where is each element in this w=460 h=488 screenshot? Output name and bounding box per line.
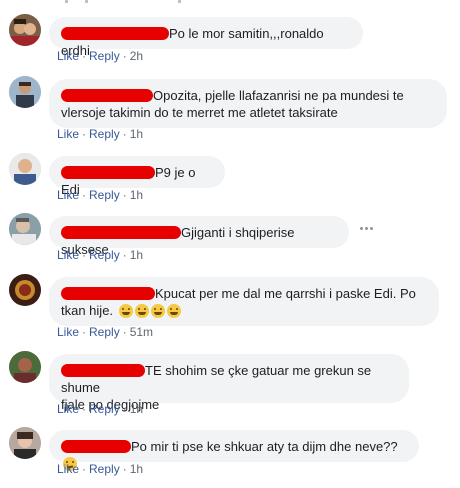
like-link[interactable]: Like	[57, 127, 79, 141]
like-link[interactable]: Like	[57, 462, 79, 476]
comment-timestamp[interactable]: 2h	[130, 49, 143, 63]
comment-text-line-1: Opozita, pjelle llafazanrisi ne pa munde…	[153, 88, 404, 103]
redacted-author-name[interactable]	[61, 27, 169, 40]
reply-link[interactable]: Reply	[89, 402, 120, 416]
redacted-author-name[interactable]	[61, 287, 155, 300]
comment-actions: Like · Reply · 1h	[57, 248, 144, 262]
comment-timestamp[interactable]: 1h	[130, 462, 143, 476]
reply-link[interactable]: Reply	[89, 127, 120, 141]
laughing-emoji	[134, 304, 149, 318]
redacted-author-name[interactable]	[61, 166, 155, 179]
reply-link[interactable]: Reply	[89, 49, 120, 63]
comment-text-line-2: tkan hije.	[61, 303, 114, 318]
comment-timestamp[interactable]: 1h	[130, 248, 143, 262]
like-link[interactable]: Like	[57, 402, 79, 416]
reply-link[interactable]: Reply	[89, 188, 120, 202]
like-link[interactable]: Like	[57, 248, 79, 262]
reply-link[interactable]: Reply	[89, 462, 120, 476]
avatar[interactable]	[9, 14, 41, 46]
laughing-emoji	[118, 304, 133, 318]
comment-text-line-1: Kpucat per me dal me qarrshi i paske Edi…	[155, 286, 416, 301]
reply-link[interactable]: Reply	[89, 325, 120, 339]
like-link[interactable]: Like	[57, 49, 79, 63]
comment-text-line-2: vlersoje takimin do te merret me atletet…	[61, 105, 338, 120]
comment-timestamp[interactable]: 1h	[130, 127, 143, 141]
comment-actions: Like · Reply · 51m	[57, 325, 154, 339]
redacted-author-name[interactable]	[61, 364, 145, 377]
comment-actions: Like · Reply · 1h	[57, 462, 144, 476]
top-edge-dots	[0, 0, 460, 4]
comment-actions: Like · Reply · 1h	[57, 188, 144, 202]
avatar[interactable]	[9, 76, 41, 108]
comment-bubble: Kpucat per me dal me qarrshi i paske Edi…	[49, 277, 439, 326]
comment-bubble: Opozita, pjelle llafazanrisi ne pa munde…	[49, 79, 447, 128]
redacted-author-name[interactable]	[61, 440, 131, 453]
comment-text: Po mir ti pse ke shkuar aty ta dijm dhe …	[131, 439, 398, 454]
avatar[interactable]	[9, 351, 41, 383]
comment-bubble: Po mir ti pse ke shkuar aty ta dijm dhe …	[49, 430, 419, 471]
comment-timestamp[interactable]: 51m	[130, 325, 153, 339]
comment-bubble: Po le mor samitin,,,ronaldo erdhi	[49, 17, 363, 58]
avatar[interactable]	[9, 274, 41, 306]
comment-actions: Like · Reply · 1h	[57, 127, 144, 141]
laughing-emoji	[150, 304, 165, 318]
comment-actions: Like · Reply · 1h	[57, 402, 144, 416]
laughing-emoji	[166, 304, 181, 318]
redacted-author-name[interactable]	[61, 226, 181, 239]
avatar[interactable]	[9, 153, 41, 185]
more-options-icon[interactable]	[360, 227, 374, 231]
like-link[interactable]: Like	[57, 325, 79, 339]
avatar[interactable]	[9, 427, 41, 459]
comment-timestamp[interactable]: 1h	[130, 188, 143, 202]
comment-timestamp[interactable]: 1h	[130, 402, 143, 416]
comment-bubble: Gjiganti i shqiperise suksese	[49, 216, 349, 257]
reply-link[interactable]: Reply	[89, 248, 120, 262]
avatar[interactable]	[9, 213, 41, 245]
comment-actions: Like · Reply · 2h	[57, 49, 144, 63]
comment-bubble: P9 je o Edi	[49, 156, 225, 197]
comment-bubble: TE shohim se çke gatuar me grekun se shu…	[49, 354, 409, 412]
like-link[interactable]: Like	[57, 188, 79, 202]
redacted-author-name[interactable]	[61, 89, 153, 102]
